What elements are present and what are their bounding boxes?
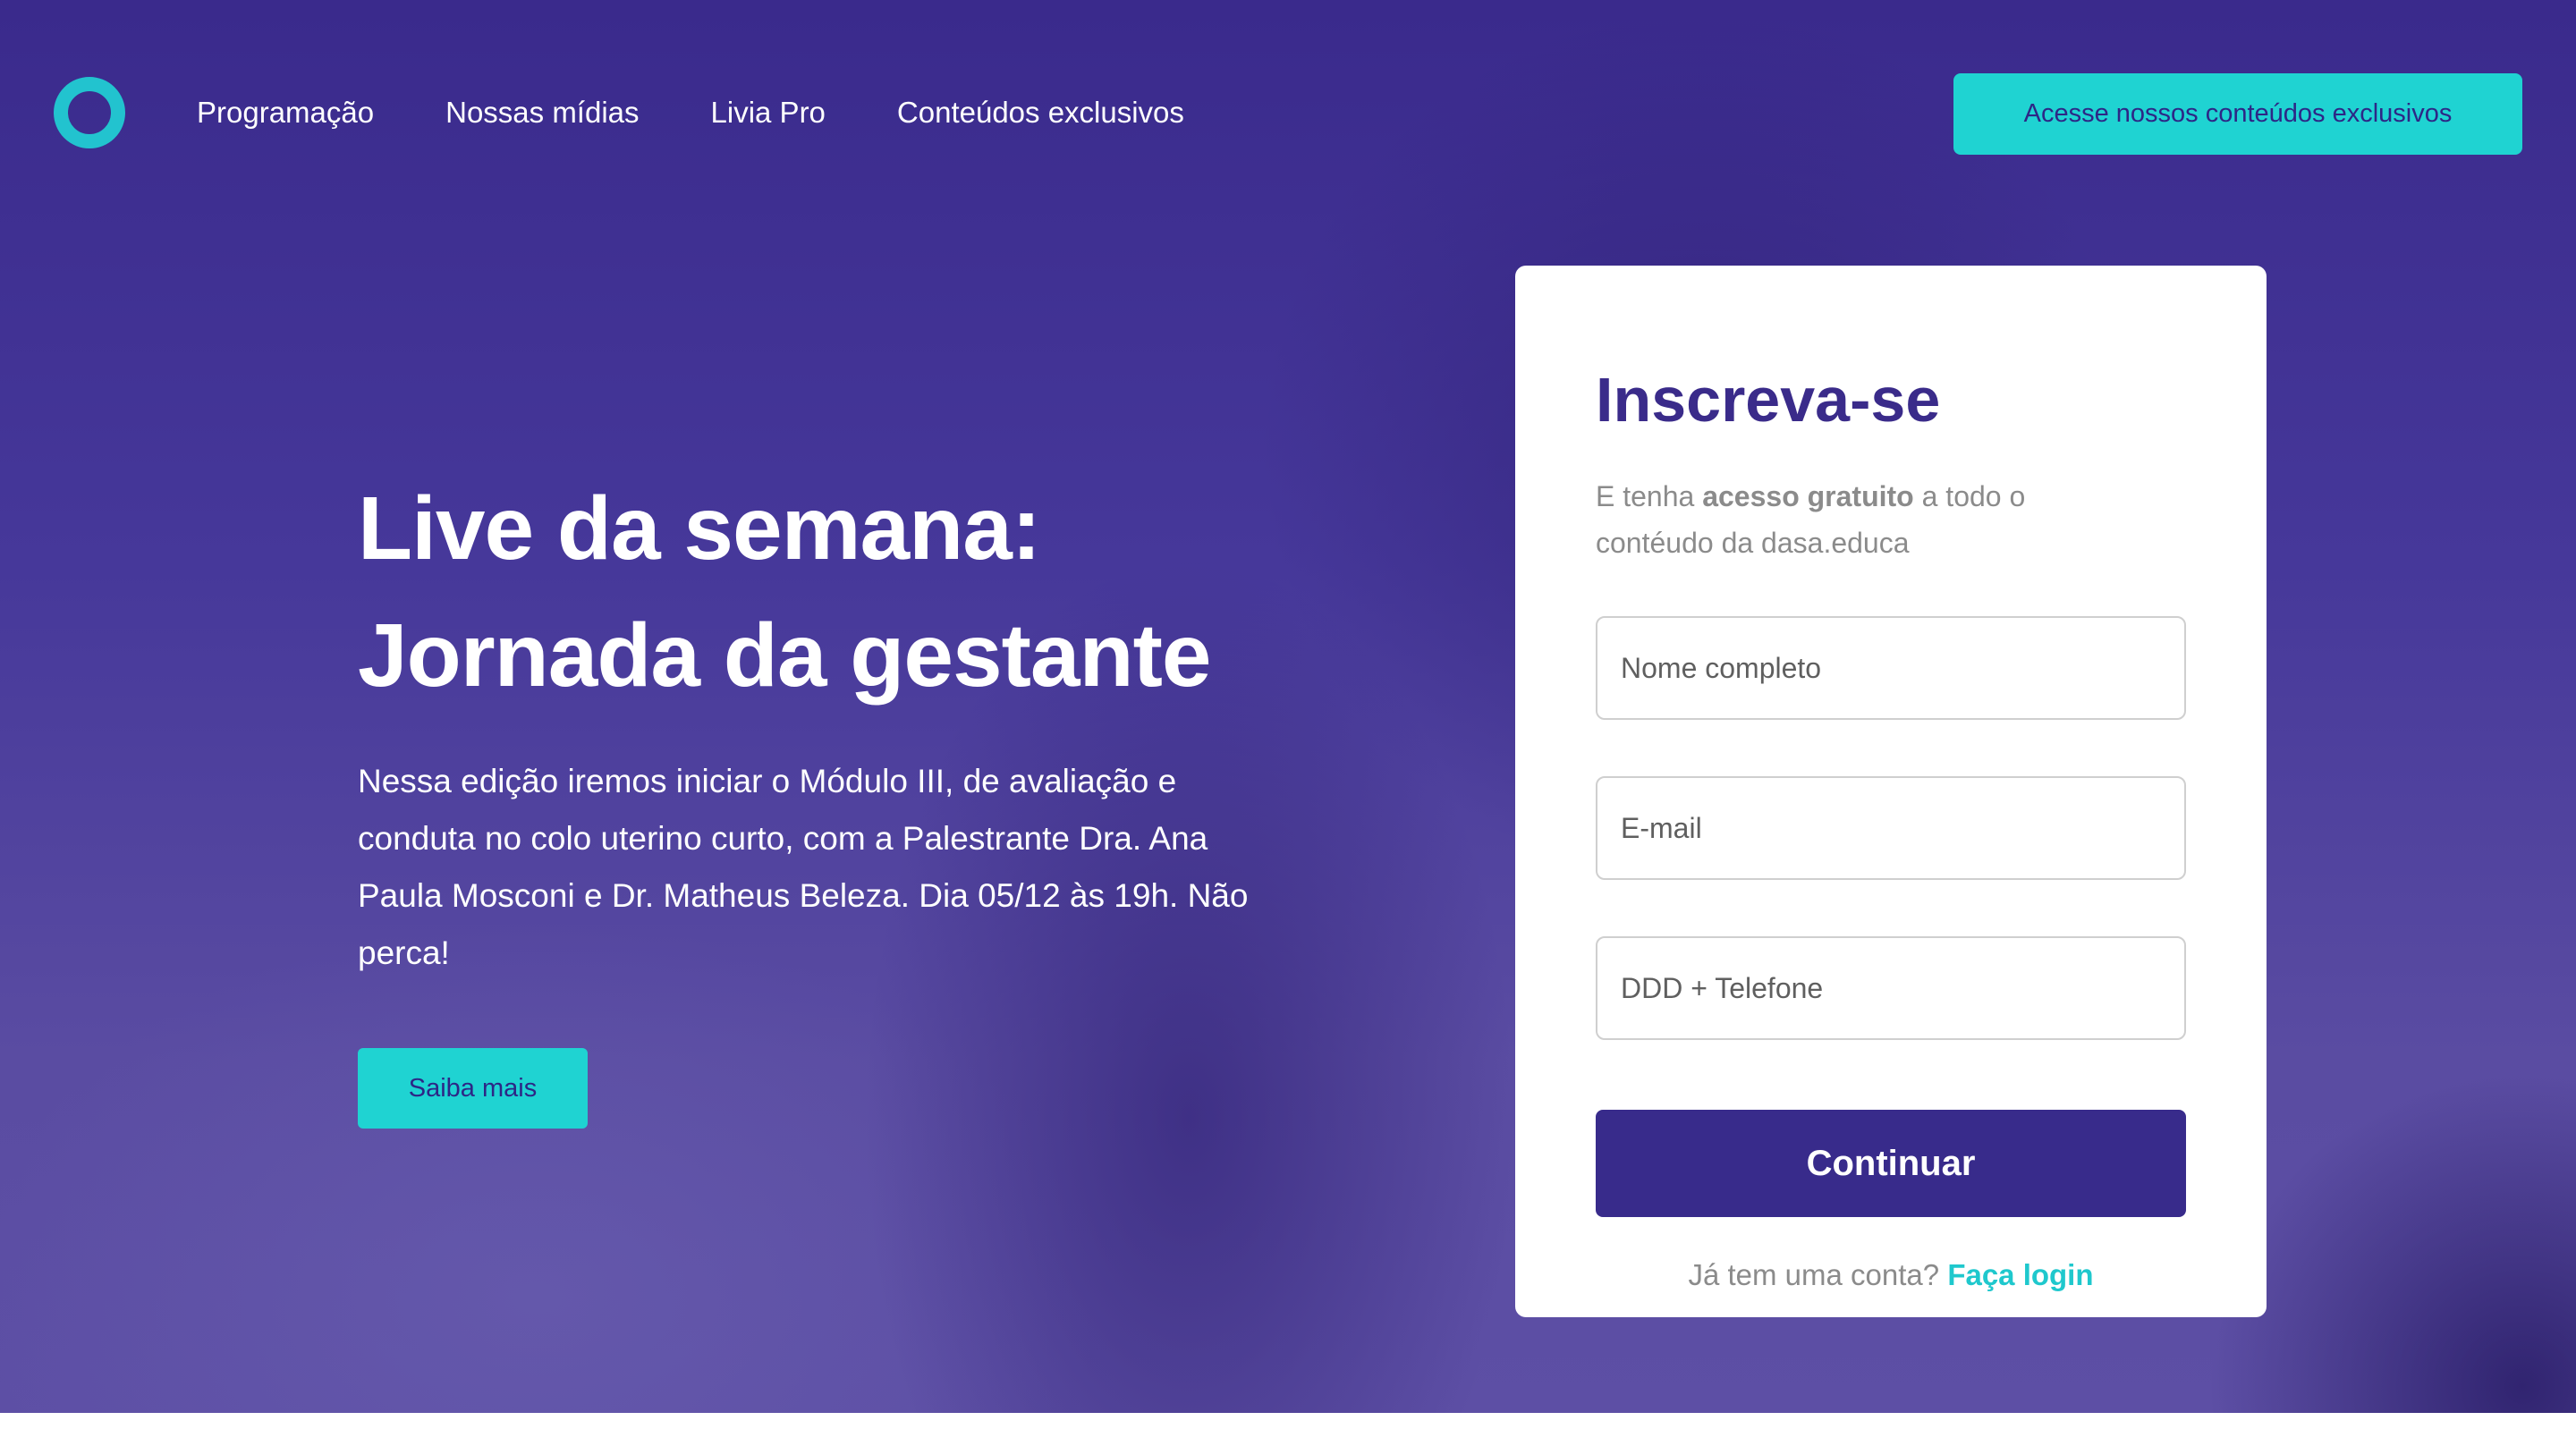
nav-item-programacao[interactable]: Programação — [197, 93, 374, 132]
phone-input[interactable] — [1596, 936, 2186, 1040]
signup-card: Inscreva-se E tenha acesso gratuito a to… — [1515, 266, 2267, 1317]
subtitle-bold: acesso gratuito — [1702, 480, 1914, 512]
hero-headline: Live da semana: Jornada da gestante — [358, 465, 1431, 719]
login-prompt-text: Já tem uma conta? — [1688, 1258, 1940, 1291]
headline-line-2: Jornada da gestante — [358, 605, 1212, 706]
saiba-mais-button[interactable]: Saiba mais — [358, 1048, 588, 1129]
signup-subtitle: E tenha acesso gratuito a todo o contéud… — [1596, 473, 2132, 566]
nav-item-conteudos-exclusivos[interactable]: Conteúdos exclusivos — [897, 93, 1184, 132]
ring-logo-icon[interactable] — [54, 77, 125, 148]
login-prompt: Já tem uma conta? Faça login — [1515, 1256, 2267, 1294]
full-name-input[interactable] — [1596, 616, 2186, 720]
login-link[interactable]: Faça login — [1947, 1258, 2093, 1291]
exclusive-content-button[interactable]: Acesse nossos conteúdos exclusivos — [1953, 73, 2522, 155]
email-input[interactable] — [1596, 776, 2186, 880]
hero-section: Programação Nossas mídias Livia Pro Cont… — [0, 0, 2576, 1413]
nav-item-livia-pro[interactable]: Livia Pro — [711, 93, 826, 132]
subtitle-prefix: E tenha — [1596, 480, 1703, 512]
headline-line-1: Live da semana: — [358, 478, 1041, 579]
nav-item-nossas-midias[interactable]: Nossas mídias — [445, 93, 639, 132]
hero-description: Nessa edição iremos iniciar o Módulo III… — [358, 763, 1249, 971]
signup-title: Inscreva-se — [1596, 365, 1941, 435]
main-nav: Programação Nossas mídias Livia Pro Cont… — [197, 93, 1184, 132]
continue-button[interactable]: Continuar — [1596, 1110, 2186, 1217]
